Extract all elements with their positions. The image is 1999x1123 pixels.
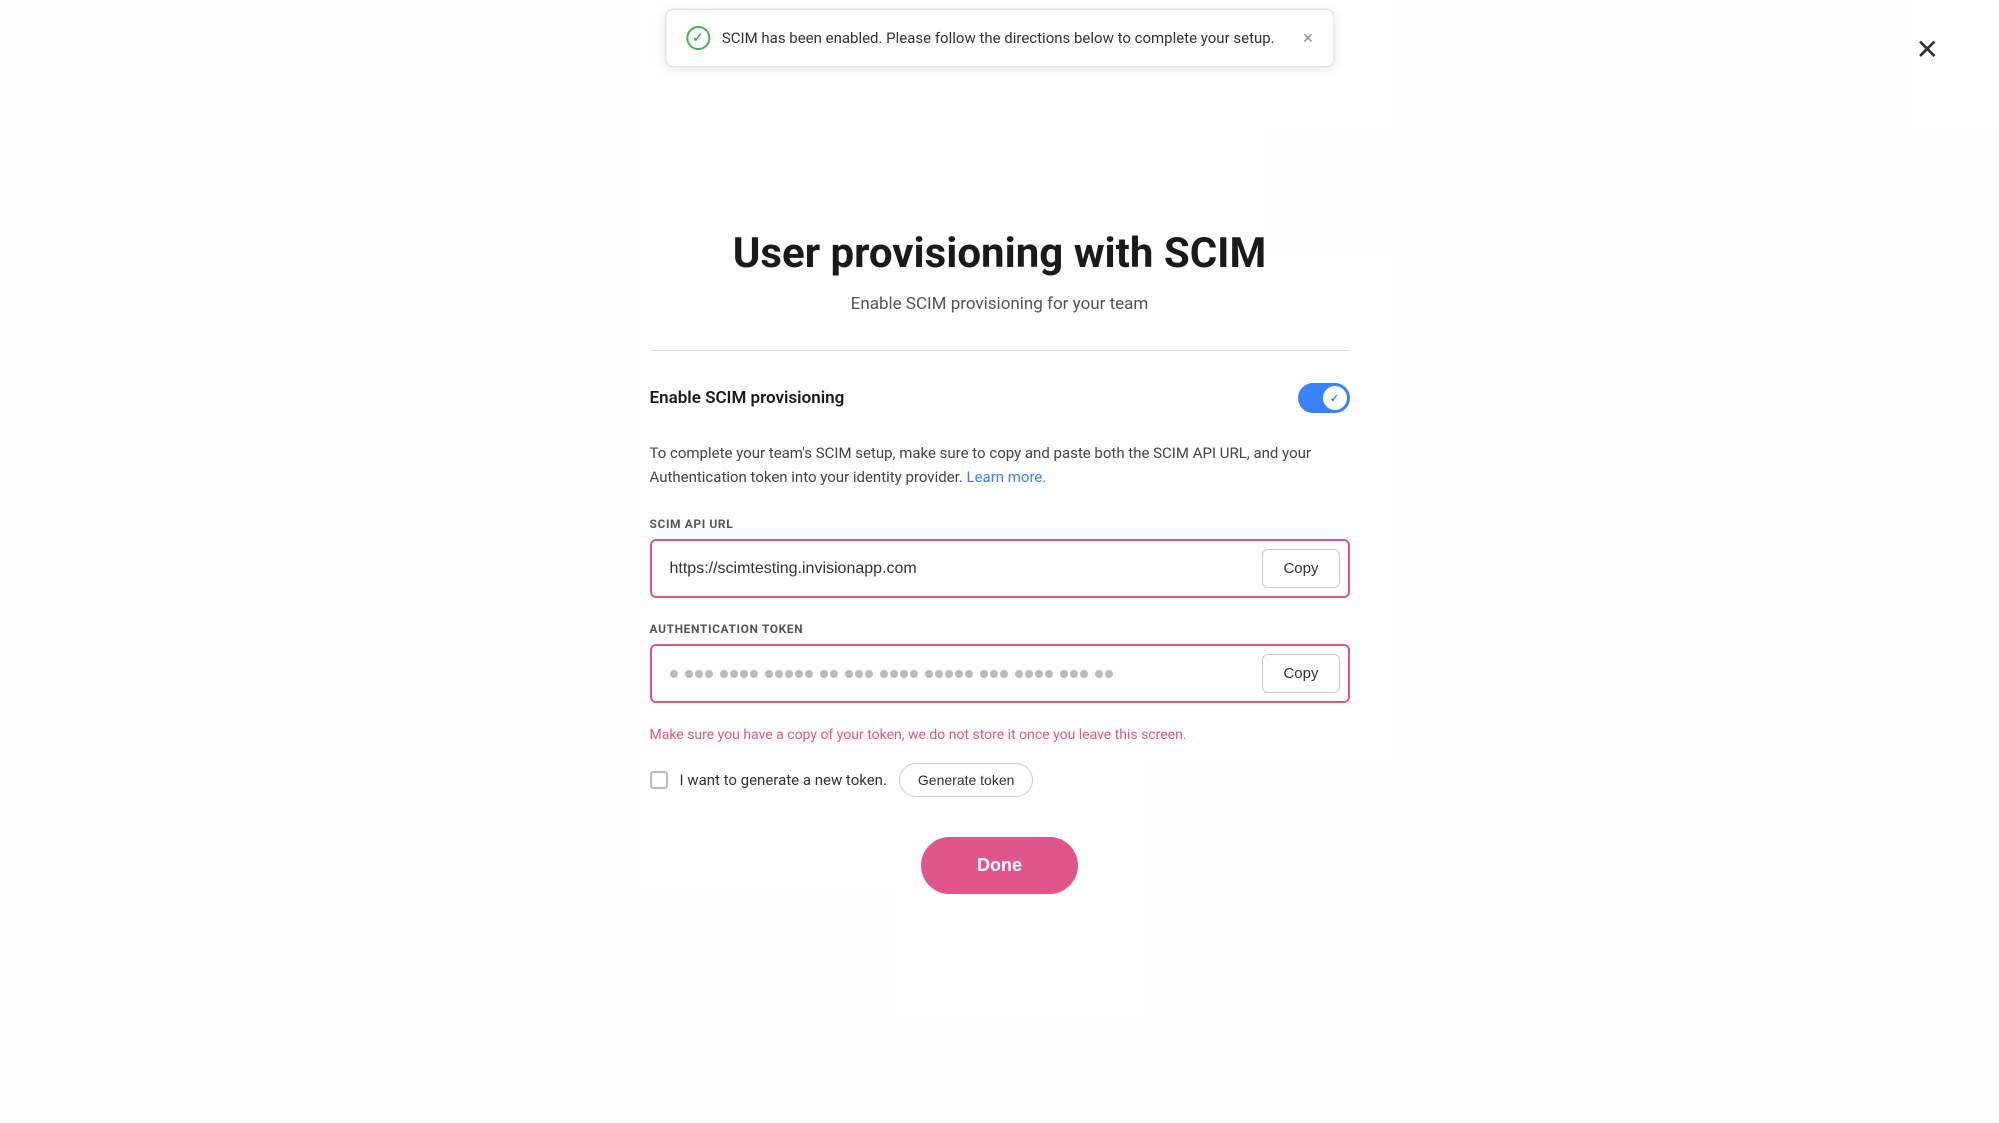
dot-group-11 [1060, 670, 1088, 678]
dot-group-9 [980, 670, 1008, 678]
toggle-label: Enable SCIM provisioning [650, 388, 845, 408]
page-subtitle: Enable SCIM provisioning for your team [650, 294, 1350, 314]
modal-content: SCIM has been enabled. Please follow the… [650, 229, 1350, 894]
check-circle-icon [686, 26, 710, 50]
scim-url-input[interactable] [652, 544, 1255, 594]
toggle-knob [1323, 386, 1347, 410]
auth-token-dots [652, 654, 1255, 694]
dot-group-4 [765, 670, 813, 678]
enable-scim-row: Enable SCIM provisioning [650, 383, 1350, 413]
done-button-container: Done [650, 837, 1350, 894]
toast-message: SCIM has been enabled. Please follow the… [722, 29, 1275, 47]
generate-token-checkbox[interactable] [650, 771, 668, 789]
scim-url-input-row: Copy [650, 539, 1350, 598]
toast-notification: SCIM has been enabled. Please follow the… [665, 9, 1334, 67]
done-button[interactable]: Done [921, 837, 1078, 894]
description-text: To complete your team's SCIM setup, make… [650, 441, 1350, 489]
dot-group-6 [845, 670, 873, 678]
dot-group-1 [670, 670, 678, 678]
auth-token-input-row: Copy [650, 644, 1350, 703]
learn-more-link[interactable]: Learn more. [967, 468, 1047, 486]
scim-url-section: SCIM API URL Copy [650, 517, 1350, 598]
dot-group-10 [1015, 670, 1053, 678]
dot-group-8 [925, 670, 973, 678]
section-divider [650, 350, 1350, 351]
dot-group-12 [1095, 670, 1113, 678]
scim-url-label: SCIM API URL [650, 517, 1350, 531]
generate-token-label: I want to generate a new token. [680, 771, 887, 789]
page-title: User provisioning with SCIM [650, 229, 1350, 278]
dot-group-2 [685, 670, 713, 678]
enable-scim-toggle[interactable] [1298, 383, 1350, 413]
dot-group-5 [820, 670, 838, 678]
toast-close-button[interactable]: × [1303, 29, 1314, 47]
generate-token-row: I want to generate a new token. Generate… [650, 763, 1350, 797]
dot-group-3 [720, 670, 758, 678]
modal-overlay: ✕ SCIM has been enabled. Please follow t… [0, 0, 1999, 1123]
warning-text: Make sure you have a copy of your token,… [650, 727, 1350, 743]
auth-token-copy-button[interactable]: Copy [1262, 654, 1339, 693]
generate-token-button[interactable]: Generate token [899, 763, 1034, 797]
auth-token-label: Authentication token [650, 622, 1350, 636]
scim-url-copy-button[interactable]: Copy [1262, 549, 1339, 588]
auth-token-section: Authentication token [650, 622, 1350, 703]
dot-group-7 [880, 670, 918, 678]
modal-close-button[interactable]: ✕ [1916, 36, 1939, 64]
